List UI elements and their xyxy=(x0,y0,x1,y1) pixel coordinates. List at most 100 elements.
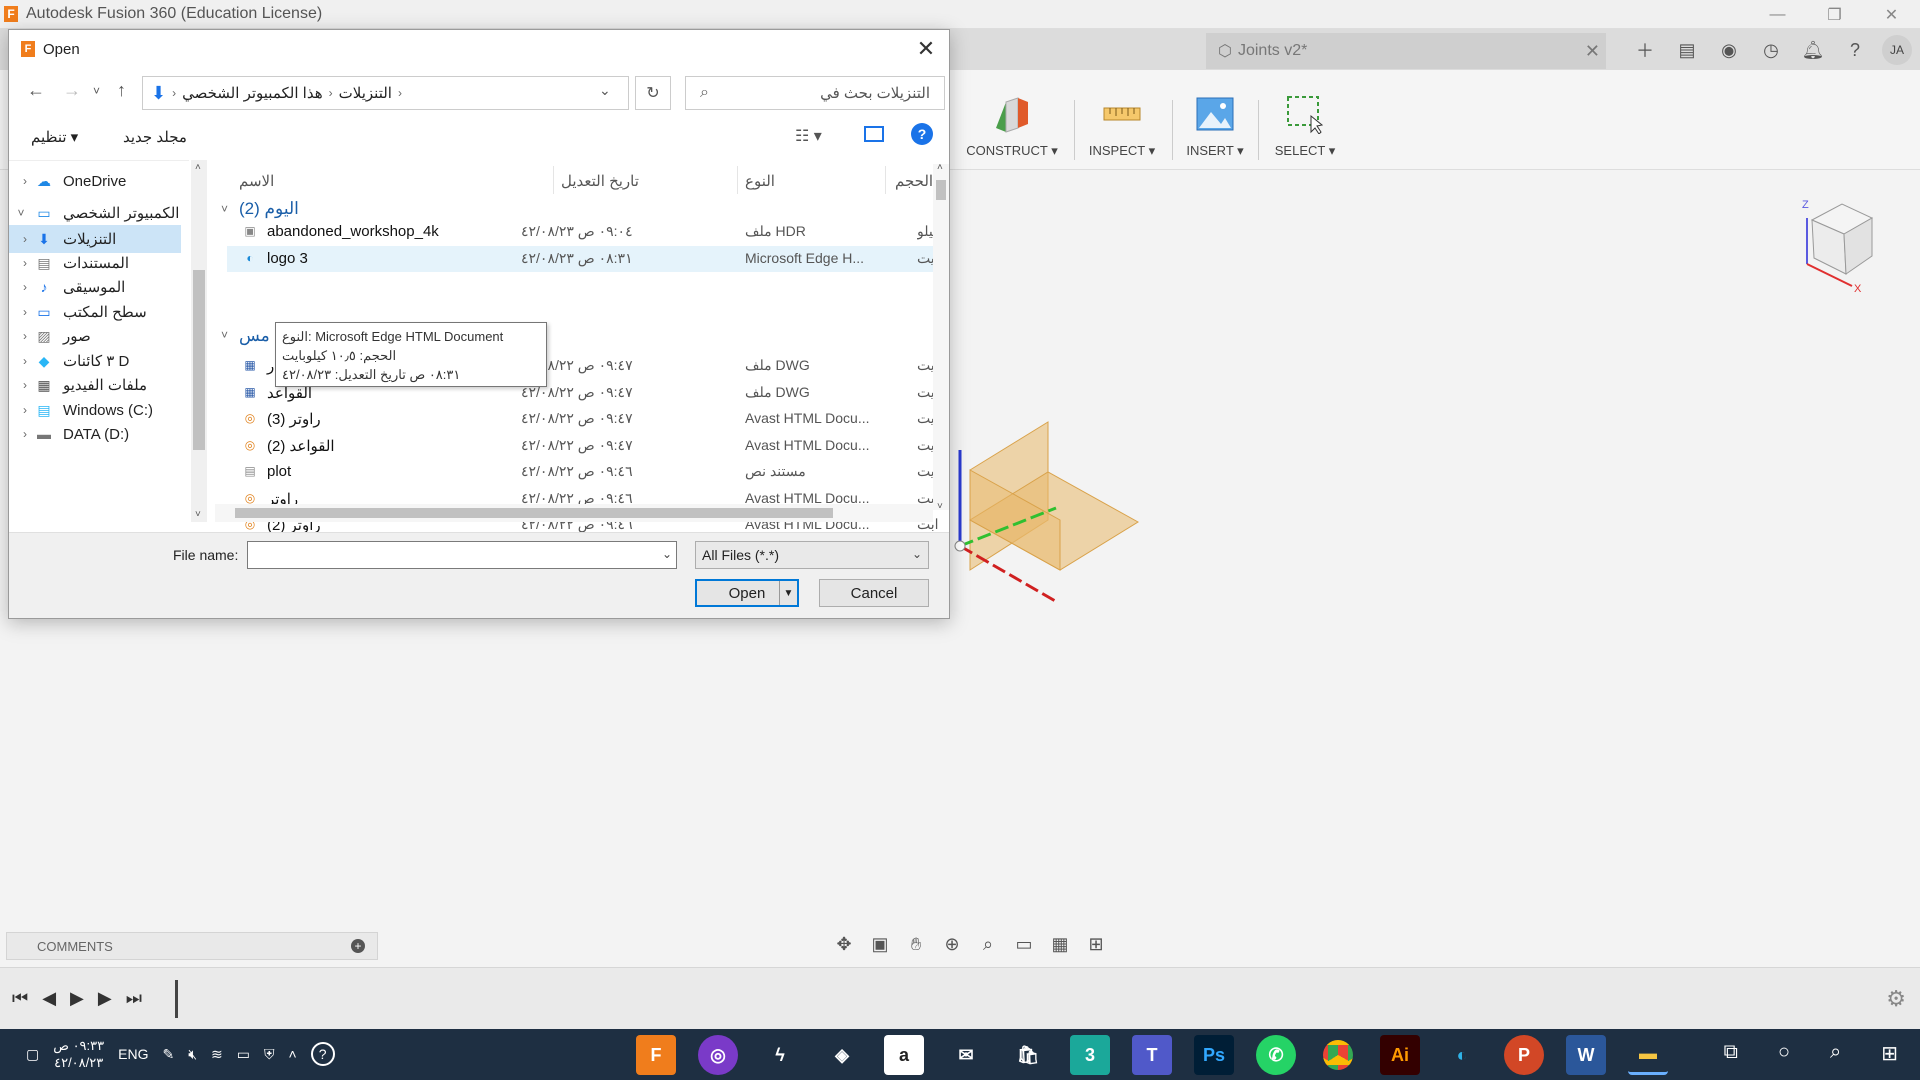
nav-item[interactable]: › ☁ OneDrive xyxy=(9,167,181,195)
select-tool[interactable]: SELECT ▾ xyxy=(1255,94,1355,159)
expand-chevron-icon[interactable]: › xyxy=(9,403,33,417)
new-tab-icon[interactable]: ＋ xyxy=(1630,35,1660,65)
construct-tool[interactable]: CONSTRUCT ▾ xyxy=(962,94,1062,159)
forward-arrow-icon[interactable]: → xyxy=(63,80,81,101)
nav-scroll-thumb[interactable] xyxy=(193,270,205,450)
column-type[interactable]: النوع xyxy=(745,172,775,190)
back-arrow-icon[interactable]: ← xyxy=(27,80,45,101)
new-folder-button[interactable]: مجلد جديد xyxy=(123,128,187,146)
extensions-icon[interactable]: ◉ xyxy=(1714,35,1744,65)
group-today[interactable]: اليوم (2) xyxy=(239,199,299,219)
cortana-icon[interactable]: ○ xyxy=(1778,1041,1790,1066)
file-row[interactable]: ▣ abandoned_workshop_4k ٠٩:٠٤ ص ٤٢/٠٨/٢٣ مل… xyxy=(227,219,947,245)
column-date[interactable]: تاريخ التعديل xyxy=(561,172,639,190)
file-type-select[interactable]: All Files (*.*) ⌄ xyxy=(695,541,929,569)
timeline-marker[interactable] xyxy=(175,980,178,1018)
expand-chevron-icon[interactable]: › xyxy=(9,232,33,246)
3ds-max-icon[interactable]: 3 xyxy=(1070,1035,1110,1075)
cancel-button[interactable]: Cancel xyxy=(819,579,929,607)
avatar[interactable]: JA xyxy=(1882,35,1912,65)
restore-icon[interactable]: ❐ xyxy=(1806,0,1863,29)
insert-tool[interactable]: INSERT ▾ xyxy=(1165,94,1265,159)
teams-icon[interactable]: T xyxy=(1132,1035,1172,1075)
document-tab[interactable]: ⬡ Joints v2* ✕ xyxy=(1206,33,1606,69)
play-icon[interactable]: ▶ xyxy=(70,988,84,1009)
file-scroll-thumb[interactable] xyxy=(936,180,946,200)
group-yesterday[interactable]: مس xyxy=(239,326,270,346)
breadcrumb-this-pc[interactable]: هذا الكمبيوتر الشخصي xyxy=(182,84,323,102)
breadcrumb-downloads[interactable]: التنزيلات xyxy=(339,84,392,102)
wifi-icon[interactable]: ≋ xyxy=(211,1046,223,1063)
step-forward-icon[interactable]: ▶ xyxy=(98,988,112,1009)
timeline-settings-icon[interactable]: ⚙ xyxy=(1886,986,1906,1012)
show-hidden-icons[interactable]: ˄ xyxy=(289,1046,297,1062)
expand-chevron-icon[interactable]: › xyxy=(9,378,33,392)
file-name-dropdown-icon[interactable]: ⌄ xyxy=(662,547,672,561)
file-row[interactable]: ▤ plot ٠٩:٤٦ ص ٤٢/٠٨/٢٢ مستند نص ايت xyxy=(227,459,945,485)
expand-chevron-icon[interactable]: ˅ xyxy=(9,206,33,220)
look-at-icon[interactable]: ▣ xyxy=(866,934,894,955)
address-dropdown-icon[interactable]: ⌄ xyxy=(599,82,611,99)
expand-chevron-icon[interactable]: › xyxy=(9,354,33,368)
chat-icon[interactable]: ▤ xyxy=(1672,35,1702,65)
go-to-end-icon[interactable]: ⏭ xyxy=(126,988,142,1009)
viewports-icon[interactable]: ⊞ xyxy=(1082,934,1110,955)
minimize-icon[interactable]: — xyxy=(1749,0,1806,29)
preview-pane-icon[interactable] xyxy=(864,126,884,142)
open-options-icon[interactable]: ▼ xyxy=(779,581,797,605)
search-taskbar-icon[interactable]: ⌕ xyxy=(1830,1041,1841,1066)
display-settings-icon[interactable]: ▭ xyxy=(1010,934,1038,955)
start-icon[interactable]: ⊞ xyxy=(1881,1041,1898,1066)
battery-icon[interactable]: ▭ xyxy=(237,1046,250,1063)
job-status-icon[interactable]: ◷ xyxy=(1756,35,1786,65)
mail-icon[interactable]: ✉ xyxy=(946,1035,986,1075)
tab-close-icon[interactable]: ✕ xyxy=(1585,41,1600,62)
file-row[interactable]: ◐ logo 3 ٠٨:٣١ ص ٤٢/٠٨/٢٣ Microsoft Edge H.… xyxy=(227,246,945,272)
file-row[interactable]: ◎ القواعد (2) ٠٩:٤٧ ص ٤٢/٠٨/٢٢ Avast HTML D… xyxy=(227,433,945,459)
avast-browser-taskbar-icon[interactable]: ◎ xyxy=(698,1035,738,1075)
change-view-icon[interactable]: ☷ ▾ xyxy=(795,126,822,146)
clock[interactable]: ٠٩:٣٣ ص ٤٢/٠٨/٢٣ xyxy=(53,1037,104,1071)
step-back-icon[interactable]: ◀ xyxy=(42,988,56,1009)
add-comment-icon[interactable]: + xyxy=(351,939,365,953)
language-indicator[interactable]: ENG xyxy=(118,1046,148,1062)
file-row[interactable]: ◎ راوتر (3) ٠٩:٤٧ ص ٤٢/٠٨/٢٢ Avast HTML Doc… xyxy=(227,406,945,432)
expand-chevron-icon[interactable]: › xyxy=(9,329,33,343)
refresh-icon[interactable]: ↻ xyxy=(635,76,671,110)
expand-chevron-icon[interactable]: › xyxy=(9,305,33,319)
open-button[interactable]: Open ▼ xyxy=(695,579,799,607)
bolt-app-icon[interactable]: ϟ xyxy=(760,1035,800,1075)
up-arrow-icon[interactable]: ↑ xyxy=(117,80,126,101)
zoom-icon[interactable]: ⊕ xyxy=(938,934,966,955)
dropbox-icon[interactable]: ◈ xyxy=(822,1035,862,1075)
expand-chevron-icon[interactable]: › xyxy=(9,427,33,441)
security-icon[interactable]: ⛨ xyxy=(264,1046,275,1063)
illustrator-icon[interactable]: Ai xyxy=(1380,1035,1420,1075)
orbit-icon[interactable]: ✥ xyxy=(830,934,858,955)
nav-item[interactable]: › ▦ ملفات الفيديو xyxy=(9,371,181,399)
recent-locations-icon[interactable]: ˅ xyxy=(93,84,100,98)
file-horizontal-scrollbar[interactable] xyxy=(215,504,933,522)
photoshop-icon[interactable]: Ps xyxy=(1194,1035,1234,1075)
nav-item[interactable]: ˅ ▭ الكمبيوتر الشخصي xyxy=(9,199,181,227)
nav-item[interactable]: › ♪ الموسيقى xyxy=(9,273,181,301)
organize-button[interactable]: تنظيم ▾ xyxy=(31,128,78,146)
expand-chevron-icon[interactable]: › xyxy=(9,174,33,188)
help-icon[interactable]: ? xyxy=(1840,35,1870,65)
address-bar[interactable]: ⬇ › هذا الكمبيوتر الشخصي › التنزيلات › xyxy=(142,76,629,110)
help-tray-icon[interactable]: ? xyxy=(310,1042,335,1066)
search-input[interactable]: ⌕ التنزيلات بحث في xyxy=(685,76,945,110)
store-icon[interactable]: 🛍︎ xyxy=(1008,1035,1048,1075)
pan-icon[interactable]: ✋︎ xyxy=(902,934,930,955)
viewcube-icon[interactable]: Z X xyxy=(1792,196,1882,292)
file-explorer-icon[interactable]: ▬ xyxy=(1628,1035,1668,1075)
dialog-close-icon[interactable]: ✕ xyxy=(913,36,939,62)
task-view-icon[interactable]: ⧉ xyxy=(1724,1041,1738,1066)
chrome-icon[interactable] xyxy=(1318,1035,1358,1075)
zoom-window-icon[interactable]: ⌕ xyxy=(974,934,1002,955)
column-size[interactable]: الحجم xyxy=(895,172,933,190)
file-vertical-scrollbar[interactable]: ˄ ˅ xyxy=(933,162,949,512)
grid-icon[interactable]: ▦ xyxy=(1046,934,1074,955)
nav-item[interactable]: › ▨ صور xyxy=(9,322,181,350)
expand-chevron-icon[interactable]: › xyxy=(9,256,33,270)
